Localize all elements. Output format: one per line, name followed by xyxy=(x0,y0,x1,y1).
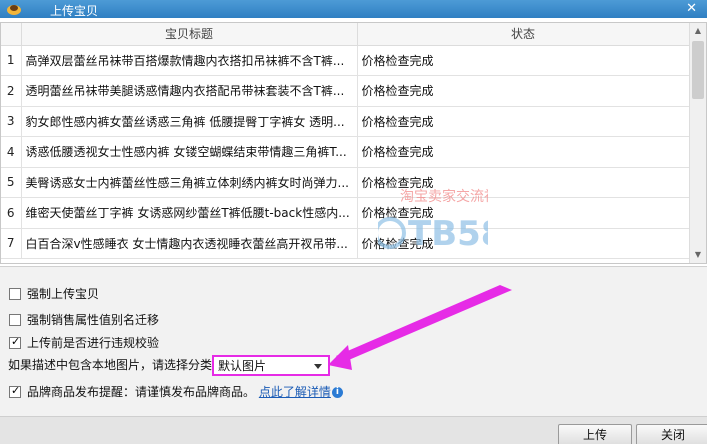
violation-check-option[interactable]: 上传前是否进行违规校验 xyxy=(9,334,159,351)
row-status: 价格检查完成 xyxy=(357,136,690,168)
row-status: 价格检查完成 xyxy=(357,167,690,198)
table-row[interactable]: 7 白百合深v性感睡衣 女士情趣内衣透视睡衣蕾丝高开衩吊带... 价格检查完成 xyxy=(1,228,690,259)
info-icon[interactable]: i xyxy=(331,387,343,398)
table-row[interactable]: 2 透明蕾丝吊袜带美腿诱惑情趣内衣搭配吊带袜套装不含T裤... 价格检查完成 xyxy=(1,75,690,107)
row-status: 价格检查完成 xyxy=(357,45,690,76)
table-row[interactable]: 3 豹女郎性感内裤女蕾丝诱惑三角裤 低腰提臀丁字裤女 透明... 价格检查完成 xyxy=(1,106,690,137)
upload-button[interactable]: 上传 xyxy=(558,424,632,444)
row-title: 白百合深v性感睡衣 女士情趣内衣透视睡衣蕾丝高开衩吊带... xyxy=(21,228,358,259)
row-title: 豹女郎性感内裤女蕾丝诱惑三角裤 低腰提臀丁字裤女 透明... xyxy=(21,106,358,137)
window-title: 上传宝贝 xyxy=(50,4,99,18)
row-index: 2 xyxy=(1,75,22,107)
row-status: 价格检查完成 xyxy=(357,228,690,259)
close-button[interactable]: 关闭 xyxy=(636,424,707,444)
force-upload-label: 强制上传宝贝 xyxy=(27,287,100,301)
table-header: 宝贝标题 状态 xyxy=(1,23,690,46)
image-category-value: 默认图片 xyxy=(218,359,267,373)
force-upload-option[interactable]: 强制上传宝贝 xyxy=(9,285,99,302)
image-category-row: 如果描述中包含本地图片，请选择分类 默认图片 xyxy=(8,355,331,376)
upload-table: 宝贝标题 状态 1 高弹双层蕾丝吊袜带百搭爆款情趣内衣搭扣吊袜裤不含T裤... … xyxy=(0,22,707,264)
scroll-up-icon[interactable]: ▲ xyxy=(690,23,706,39)
column-header-index xyxy=(1,23,22,46)
scrollbar-thumb[interactable] xyxy=(692,41,704,99)
force-alias-label: 强制销售属性值别名迁移 xyxy=(27,313,160,327)
table-row[interactable]: 6 维密天使蕾丝丁字裤 女诱惑网纱蕾丝T裤低腰t-back性感内... 价格检查… xyxy=(1,197,690,229)
violation-check-label: 上传前是否进行违规校验 xyxy=(27,336,160,350)
row-status: 价格检查完成 xyxy=(357,197,690,229)
brand-reminder-label: 品牌商品发布提醒：请谨慎发布品牌商品。 xyxy=(27,385,256,399)
title-bar: 上传宝贝 ✕ xyxy=(0,0,707,18)
brand-reminder-checkbox[interactable] xyxy=(9,384,21,398)
column-header-status[interactable]: 状态 xyxy=(357,23,690,46)
column-header-title[interactable]: 宝贝标题 xyxy=(21,23,358,46)
row-status: 价格检查完成 xyxy=(357,75,690,107)
image-category-select[interactable]: 默认图片 xyxy=(212,355,331,376)
row-title: 维密天使蕾丝丁字裤 女诱惑网纱蕾丝T裤低腰t-back性感内... xyxy=(21,197,358,229)
scroll-down-icon[interactable]: ▼ xyxy=(690,247,706,263)
row-title: 高弹双层蕾丝吊袜带百搭爆款情趣内衣搭扣吊袜裤不含T裤... xyxy=(21,45,358,76)
row-title: 诱惑低腰透视女士性感内裤 女镂空蝴蝶结束带情趣三角裤T... xyxy=(21,136,358,168)
table-row[interactable]: 4 诱惑低腰透视女士性感内裤 女镂空蝴蝶结束带情趣三角裤T... 价格检查完成 xyxy=(1,136,690,168)
table-row[interactable]: 5 美臀诱惑女士内裤蕾丝性感三角裤立体刺绣内裤女时尚弹力... 价格检查完成 xyxy=(1,167,690,198)
close-icon[interactable]: ✕ xyxy=(686,1,697,16)
row-index: 1 xyxy=(1,45,22,76)
upload-options-panel: 强制上传宝贝 强制销售属性值别名迁移 上传前是否进行违规校验 如果描述中包含本地… xyxy=(0,266,707,416)
chevron-down-icon xyxy=(314,364,323,369)
row-index: 7 xyxy=(1,228,22,259)
force-alias-checkbox[interactable] xyxy=(9,313,21,326)
row-title: 美臀诱惑女士内裤蕾丝性感三角裤立体刺绣内裤女时尚弹力... xyxy=(21,167,358,198)
image-category-prompt: 如果描述中包含本地图片，请选择分类 xyxy=(8,358,213,372)
brand-reminder-option[interactable]: 品牌商品发布提醒：请谨慎发布品牌商品。 点此了解详情i xyxy=(9,383,343,400)
row-index: 4 xyxy=(1,136,22,168)
row-status: 价格检查完成 xyxy=(357,106,690,137)
row-index: 3 xyxy=(1,106,22,137)
vertical-scrollbar[interactable]: ▲ ▼ xyxy=(689,23,706,263)
force-alias-option[interactable]: 强制销售属性值别名迁移 xyxy=(9,311,159,328)
row-index: 5 xyxy=(1,167,22,198)
app-logo-icon xyxy=(7,5,21,15)
violation-check-checkbox[interactable] xyxy=(9,335,21,349)
force-upload-checkbox[interactable] xyxy=(9,287,21,300)
row-title: 透明蕾丝吊袜带美腿诱惑情趣内衣搭配吊带袜套装不含T裤... xyxy=(21,75,358,107)
table-row[interactable]: 1 高弹双层蕾丝吊袜带百搭爆款情趣内衣搭扣吊袜裤不含T裤... 价格检查完成 xyxy=(1,45,690,76)
brand-details-link[interactable]: 点此了解详情 xyxy=(259,385,331,399)
row-index: 6 xyxy=(1,197,22,229)
dialog-footer: 上传 关闭 xyxy=(0,416,707,444)
